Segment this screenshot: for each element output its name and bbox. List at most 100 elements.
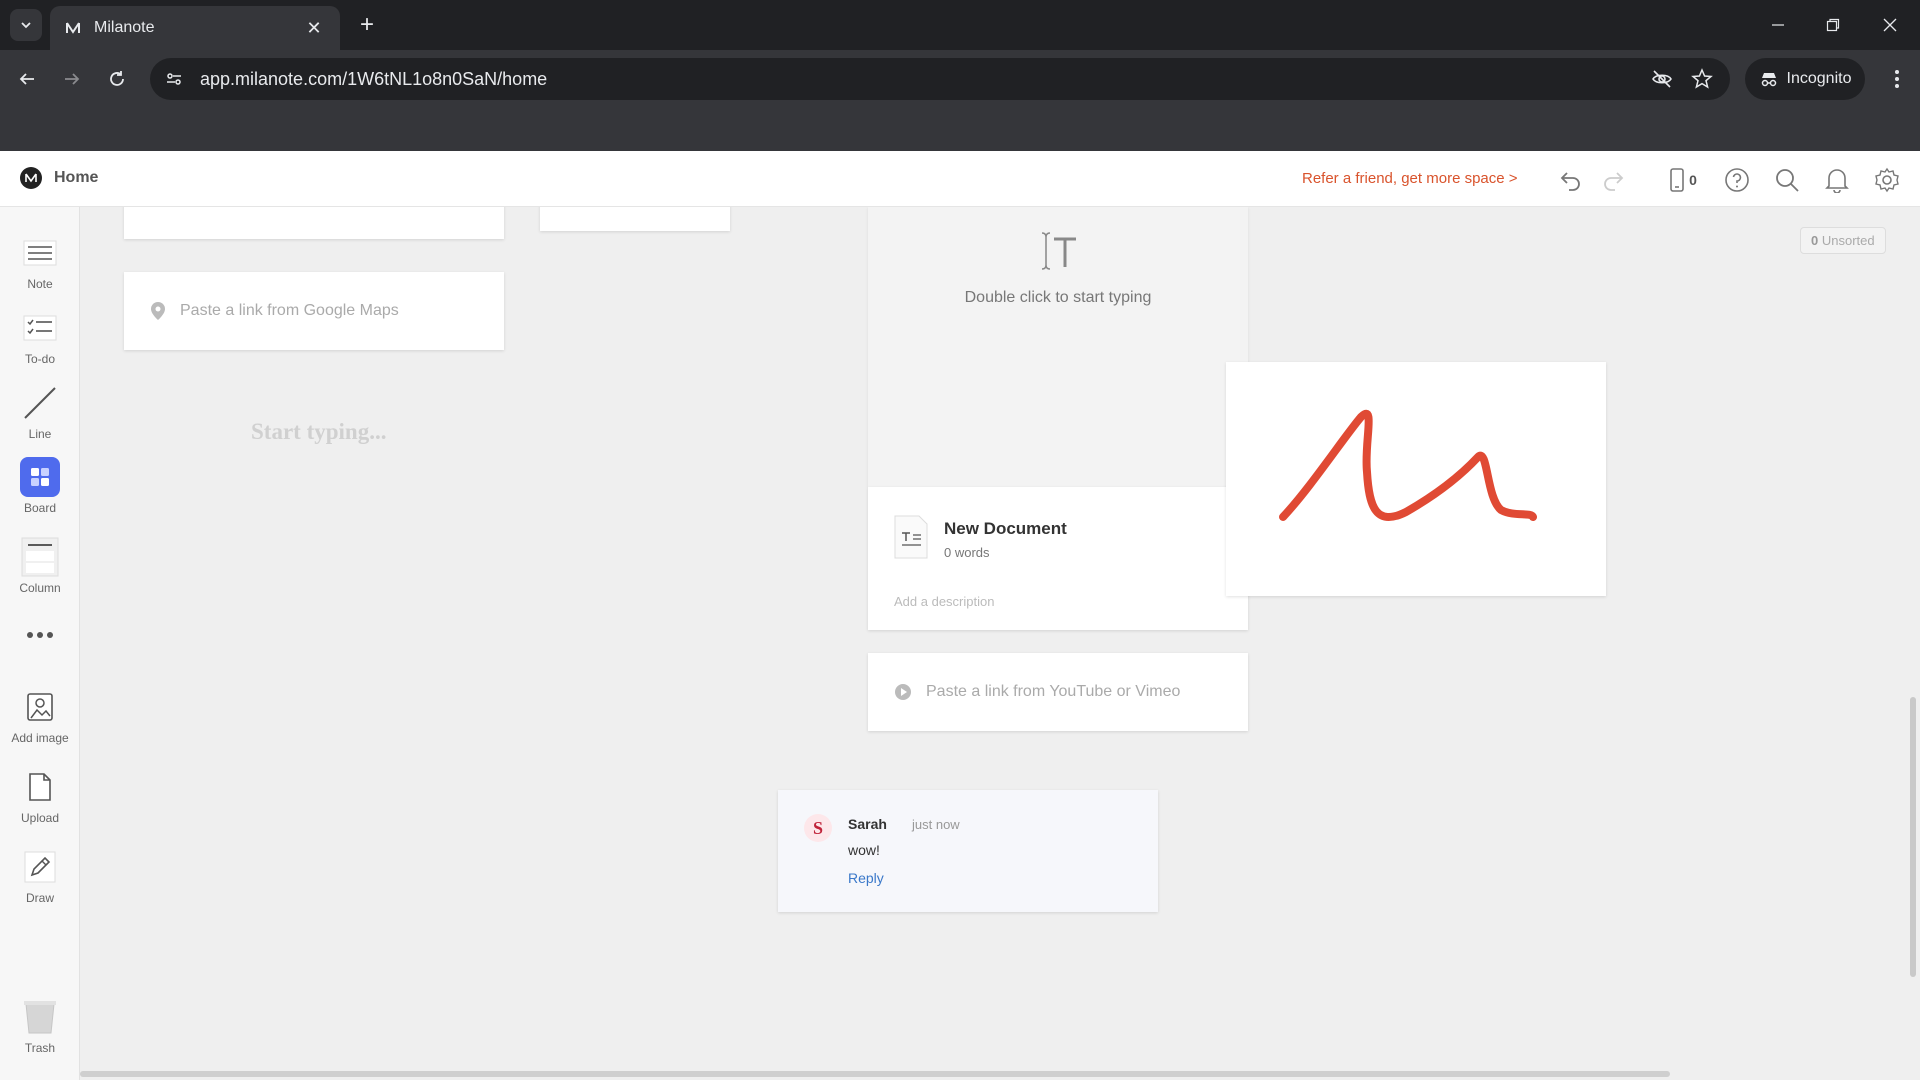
tool-label: To-do <box>24 352 56 366</box>
restore-button[interactable] <box>1813 8 1853 42</box>
checklist-icon <box>20 308 60 348</box>
site-settings-icon[interactable] <box>164 69 184 89</box>
map-link-card[interactable]: Paste a link from Google Maps <box>124 272 504 350</box>
mobile-phone-icon <box>1670 168 1684 192</box>
sketch-card[interactable] <box>1226 362 1606 596</box>
redo-icon <box>1604 172 1624 191</box>
tool-upload[interactable]: Upload <box>0 767 80 825</box>
reload-button[interactable] <box>100 62 134 96</box>
kebab-menu-icon <box>1895 70 1899 88</box>
tool-label: Note <box>27 277 53 291</box>
pencil-icon <box>20 847 60 887</box>
document-word-count: 0 words <box>944 545 990 560</box>
minimize-button[interactable] <box>1758 8 1798 42</box>
home-breadcrumb[interactable]: Home <box>20 167 98 189</box>
tool-line[interactable]: Line <box>0 383 80 441</box>
tool-label: Trash <box>24 1041 56 1055</box>
unsorted-badge[interactable]: 0 Unsorted <box>1800 227 1886 254</box>
redo-button[interactable] <box>1596 163 1630 197</box>
image-icon <box>20 687 60 727</box>
document-card[interactable]: New Document 0 words Add a description <box>868 487 1248 630</box>
notifications-button[interactable] <box>1820 163 1854 197</box>
horizontal-scrollbar[interactable] <box>80 1071 1670 1077</box>
forward-button[interactable] <box>55 62 89 96</box>
eye-off-icon[interactable] <box>1648 65 1676 93</box>
document-icon <box>894 515 928 559</box>
browser-tab-bar: Milanote ✕ + <box>0 0 1920 50</box>
comment-author: Sarah <box>848 816 887 832</box>
column-icon <box>20 537 60 577</box>
document-title[interactable]: New Document <box>944 519 1067 539</box>
milanote-favicon-icon <box>66 22 80 34</box>
settings-button[interactable] <box>1870 163 1904 197</box>
unsorted-count: 0 <box>1811 233 1819 248</box>
tab-search-button[interactable] <box>10 9 42 41</box>
unsorted-label: Unsorted <box>1821 233 1875 248</box>
tool-add-image[interactable]: Add image <box>0 687 80 745</box>
help-button[interactable] <box>1720 163 1754 197</box>
tab-title: Milanote <box>94 19 155 36</box>
tool-label: Upload <box>20 811 60 825</box>
map-link-placeholder[interactable]: Paste a link from Google Maps <box>180 302 399 320</box>
tool-trash[interactable]: Trash <box>0 997 80 1055</box>
text-placeholder[interactable]: Start typing... <box>251 419 386 445</box>
url-text[interactable]: app.milanote.com/1W6tNL1o8n0SaN/home <box>200 69 1636 90</box>
comment-card[interactable]: S Sarah just now wow! Reply <box>778 790 1158 912</box>
tab-close-icon[interactable]: ✕ <box>302 18 326 39</box>
restore-icon <box>1826 18 1840 32</box>
browser-menu-button[interactable] <box>1880 62 1914 96</box>
address-bar[interactable]: app.milanote.com/1W6tNL1o8n0SaN/home <box>150 58 1730 100</box>
browser-toolbar: app.milanote.com/1W6tNL1o8n0SaN/home Inc… <box>0 50 1920 108</box>
file-upload-icon <box>20 767 60 807</box>
note-icon <box>20 233 60 273</box>
undo-icon <box>1560 172 1580 191</box>
tool-label: Column <box>19 581 61 595</box>
incognito-indicator[interactable]: Incognito <box>1745 58 1865 100</box>
bookmark-bar <box>0 108 1920 151</box>
arrow-right-icon <box>65 73 80 85</box>
close-window-button[interactable] <box>1870 8 1910 42</box>
partial-card[interactable] <box>540 207 730 231</box>
tool-column[interactable]: Column <box>0 537 80 595</box>
board-icon <box>20 457 60 497</box>
tool-note[interactable]: Note <box>0 233 80 291</box>
tool-todo[interactable]: To-do <box>0 308 80 366</box>
device-count: 0 <box>1689 172 1697 188</box>
more-tools-button[interactable] <box>0 615 80 655</box>
vertical-scrollbar[interactable] <box>1910 697 1916 977</box>
new-tab-button[interactable]: + <box>352 10 382 40</box>
reload-icon <box>110 71 124 86</box>
board-canvas[interactable]: Paste a link from Google Maps Start typi… <box>80 207 1920 1080</box>
undo-button[interactable] <box>1554 163 1588 197</box>
tool-label: Draw <box>25 891 54 905</box>
chevron-down-icon <box>21 22 31 29</box>
minimize-icon <box>1772 24 1784 26</box>
close-icon <box>1883 18 1897 32</box>
help-icon <box>1725 168 1749 192</box>
refer-friend-link[interactable]: Refer a friend, get more space > <box>1302 170 1518 187</box>
tool-label: Line <box>28 427 52 441</box>
incognito-label: Incognito <box>1786 70 1852 87</box>
app-header: Home Refer a friend, get more space > 0 <box>0 151 1920 207</box>
gear-icon <box>1875 167 1899 193</box>
video-link-card[interactable]: Paste a link from YouTube or Vimeo <box>868 653 1248 731</box>
mobile-devices-button[interactable]: 0 <box>1658 163 1708 197</box>
sketch-drawing <box>1279 410 1537 521</box>
bell-icon <box>1825 169 1849 193</box>
video-link-placeholder[interactable]: Paste a link from YouTube or Vimeo <box>926 683 1180 701</box>
tool-board[interactable]: Board <box>0 457 80 515</box>
incognito-icon <box>1761 73 1776 87</box>
search-button[interactable] <box>1770 163 1804 197</box>
partial-card[interactable] <box>124 207 504 239</box>
milanote-logo-icon <box>20 167 42 189</box>
star-icon[interactable] <box>1688 65 1716 93</box>
document-description-input[interactable]: Add a description <box>894 594 994 609</box>
map-pin-icon <box>151 302 165 320</box>
tool-draw[interactable]: Draw <box>0 847 80 905</box>
browser-tab[interactable]: Milanote ✕ <box>50 6 340 50</box>
document-hint: Double click to start typing <box>964 289 1152 306</box>
tool-label: Add image <box>11 731 69 745</box>
back-button[interactable] <box>10 62 44 96</box>
reply-button[interactable]: Reply <box>848 870 884 886</box>
document-editor-area[interactable]: Double click to start typing <box>868 207 1248 487</box>
